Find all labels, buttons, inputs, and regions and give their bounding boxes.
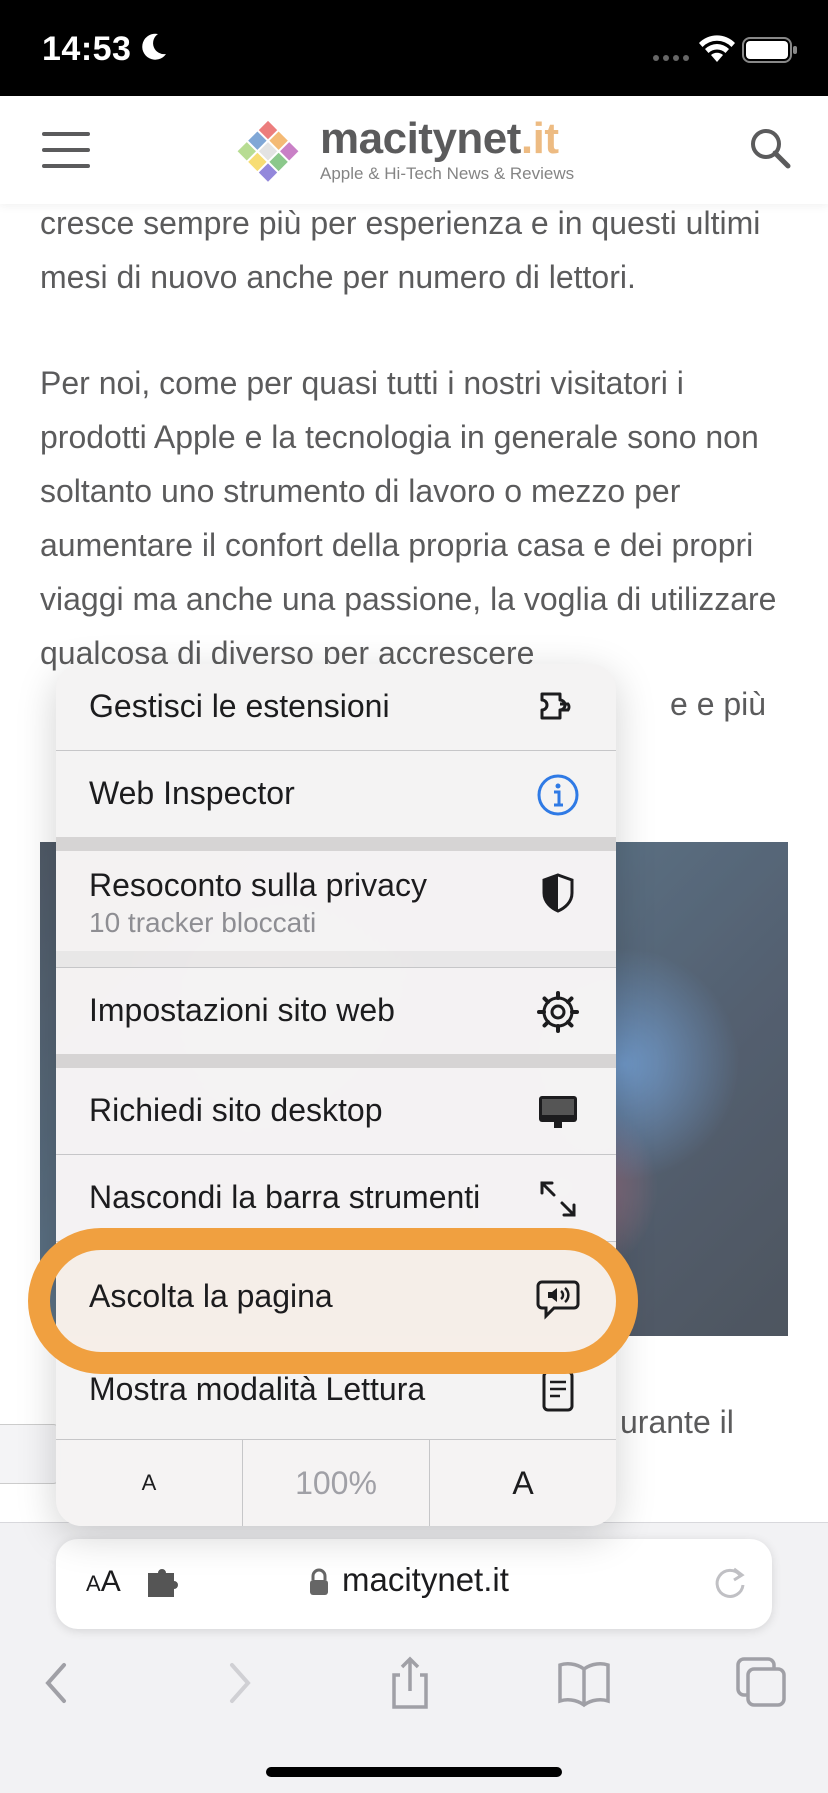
status-time: 14:53	[42, 30, 132, 68]
signal-dots-icon	[653, 55, 689, 61]
menu-item-privacy-report[interactable]: Resoconto sulla privacy 10 tracker blocc…	[56, 851, 616, 951]
address-bar[interactable]: AA macitynet.it	[56, 1539, 772, 1629]
bookmarks-icon[interactable]	[554, 1653, 614, 1713]
floating-tab[interactable]	[0, 1424, 61, 1484]
url-host: macitynet.it	[342, 1561, 509, 1598]
menu-item-label: Resoconto sulla privacy	[89, 867, 427, 903]
menu-item-request-desktop-site[interactable]: Richiedi sito desktop	[56, 1068, 616, 1154]
menu-item-manage-extensions[interactable]: Gestisci le estensioni	[56, 664, 616, 750]
extensions-icon	[540, 692, 571, 720]
font-size-row: A 100% A	[56, 1440, 616, 1526]
menu-item-label: Nascondi la barra strumenti	[89, 1179, 481, 1215]
menu-item-label: Gestisci le estensioni	[89, 688, 390, 724]
extension-puzzle-icon[interactable]	[144, 1563, 184, 1603]
page-menu: Gestisci le estensioni Web Inspector Res…	[56, 664, 616, 1526]
privacy-shield-icon	[542, 873, 574, 913]
speech-bubble-icon	[536, 1280, 580, 1320]
gear-icon	[537, 991, 579, 1033]
decrease-font-button[interactable]: A	[56, 1440, 242, 1526]
menu-item-hide-toolbar[interactable]: Nascondi la barra strumenti	[56, 1155, 616, 1241]
home-indicator	[266, 1767, 562, 1777]
page-settings-button[interactable]: AA	[86, 1565, 121, 1599]
browser-toolbar: AA macitynet.it	[0, 1522, 828, 1793]
reload-icon[interactable]	[710, 1563, 750, 1603]
menu-item-label: Impostazioni sito web	[89, 992, 395, 1028]
info-icon	[537, 774, 579, 816]
menu-item-sublabel: 10 tracker bloccati	[89, 907, 317, 938]
wifi-icon	[699, 35, 735, 62]
menu-item-listen-to-page[interactable]: Ascolta la pagina	[56, 1242, 616, 1352]
back-icon[interactable]	[28, 1653, 88, 1713]
menu-item-label: Richiedi sito desktop	[89, 1092, 383, 1128]
zoom-level[interactable]: 100%	[243, 1440, 429, 1526]
expand-arrows-icon	[540, 1181, 576, 1217]
forward-icon[interactable]	[208, 1653, 268, 1713]
increase-font-button[interactable]: A	[430, 1440, 616, 1526]
share-icon[interactable]	[380, 1653, 440, 1713]
desktop-icon	[539, 1096, 577, 1128]
menu-item-website-settings[interactable]: Impostazioni sito web	[56, 968, 616, 1054]
menu-item-reader-mode[interactable]: Mostra modalità Lettura	[56, 1353, 616, 1439]
lock-icon	[310, 1568, 328, 1595]
menu-item-label: Ascolta la pagina	[89, 1278, 333, 1314]
aa-small-label: A	[86, 1571, 101, 1596]
battery-icon	[742, 37, 797, 63]
moon-icon	[142, 33, 166, 60]
reader-icon	[542, 1370, 574, 1412]
menu-item-label: Web Inspector	[89, 775, 295, 811]
menu-item-web-inspector[interactable]: Web Inspector	[56, 751, 616, 837]
status-bar: 14:53	[0, 0, 828, 96]
menu-item-label: Mostra modalità Lettura	[89, 1371, 426, 1407]
tabs-icon[interactable]	[732, 1653, 792, 1713]
aa-large-label: A	[100, 1565, 121, 1598]
